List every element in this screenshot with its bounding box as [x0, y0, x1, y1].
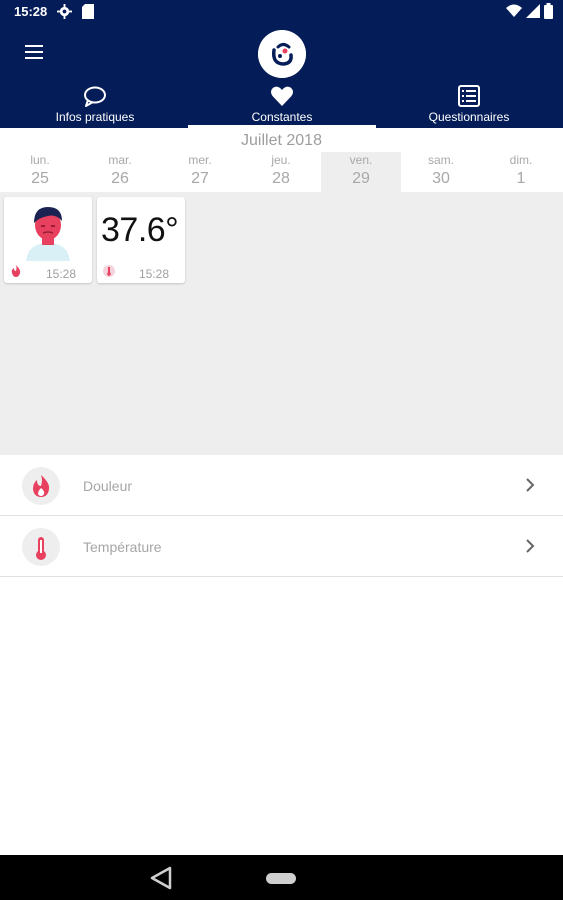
battery-icon	[544, 3, 553, 19]
tab-label: Questionnaires	[428, 110, 510, 124]
temperature-card[interactable]: 37.6° 15:28	[97, 197, 185, 283]
heart-icon	[270, 86, 294, 106]
flame-icon	[11, 265, 21, 277]
tab-label: Infos pratiques	[55, 110, 135, 124]
list-document-icon	[458, 85, 480, 107]
system-navigation-bar	[0, 855, 563, 900]
chevron-right-icon	[526, 478, 535, 492]
day-name: dim.	[509, 153, 533, 167]
status-time: 15:28	[14, 4, 48, 19]
pain-card[interactable]: 15:28	[4, 197, 92, 283]
measures-list: Douleur Température	[0, 455, 563, 577]
calendar-day[interactable]: mer. 27	[160, 152, 240, 192]
chevron-right-icon	[526, 539, 535, 553]
day-name: ven.	[349, 153, 373, 167]
calendar-month: Juillet 2018	[241, 132, 322, 149]
calendar-day[interactable]: lun. 25	[0, 152, 80, 192]
status-bar: 15:28	[0, 0, 563, 24]
list-icon-container	[22, 528, 60, 566]
day-number: 29	[352, 170, 370, 187]
sim-card-icon	[82, 4, 94, 19]
calendar-day-selected[interactable]: ven. 29	[321, 152, 401, 192]
pain-time: 15:28	[45, 267, 76, 281]
wifi-icon	[506, 4, 522, 17]
day-name: mar.	[108, 153, 132, 167]
day-number: 26	[111, 170, 129, 187]
chat-bubble-icon	[84, 86, 106, 107]
day-number: 1	[516, 170, 526, 187]
hamburger-menu-icon[interactable]	[20, 40, 50, 64]
list-item-douleur[interactable]: Douleur	[0, 455, 563, 516]
day-number: 25	[31, 170, 49, 187]
temperature-time: 15:28	[138, 267, 169, 281]
app-logo-icon	[258, 30, 306, 78]
status-indicators	[506, 3, 553, 19]
list-item-label: Température	[83, 539, 162, 555]
home-pill-button[interactable]	[266, 873, 296, 884]
calendar-day[interactable]: mar. 26	[80, 152, 160, 192]
day-name: lun.	[30, 153, 50, 167]
thermometer-icon	[103, 265, 115, 277]
calendar-day[interactable]: dim. 1	[481, 152, 561, 192]
back-triangle-icon[interactable]	[148, 865, 174, 891]
calendar-day[interactable]: sam. 30	[401, 152, 481, 192]
day-number: 27	[191, 170, 209, 187]
tab-label: Constantes	[251, 110, 313, 124]
day-name: jeu.	[271, 153, 291, 167]
flame-icon	[33, 475, 50, 497]
app-header: Infos pratiques Constantes Questionnaire…	[0, 24, 563, 128]
day-number: 30	[432, 170, 450, 187]
week-calendar: Juillet 2018 lun. 25 mar. 26 mer. 27 jeu…	[0, 128, 563, 192]
day-name: mer.	[188, 153, 212, 167]
signal-icon	[526, 4, 540, 18]
list-item-temperature[interactable]: Température	[0, 516, 563, 577]
day-number: 28	[272, 170, 290, 187]
tab-questionnaires[interactable]: Questionnaires	[413, 82, 525, 126]
temperature-value: 37.6°	[101, 211, 179, 249]
thermometer-icon	[36, 537, 46, 560]
list-icon-container	[22, 467, 60, 505]
measurements-area: 15:28 37.6° 15:28	[0, 192, 563, 455]
calendar-day[interactable]: jeu. 28	[241, 152, 321, 192]
day-name: sam.	[427, 153, 454, 167]
settings-gear-icon	[57, 4, 72, 19]
list-item-label: Douleur	[83, 478, 133, 494]
tab-constantes[interactable]: Constantes	[226, 82, 338, 126]
pain-face-avatar	[26, 207, 70, 261]
tab-infos-pratiques[interactable]: Infos pratiques	[40, 82, 150, 126]
